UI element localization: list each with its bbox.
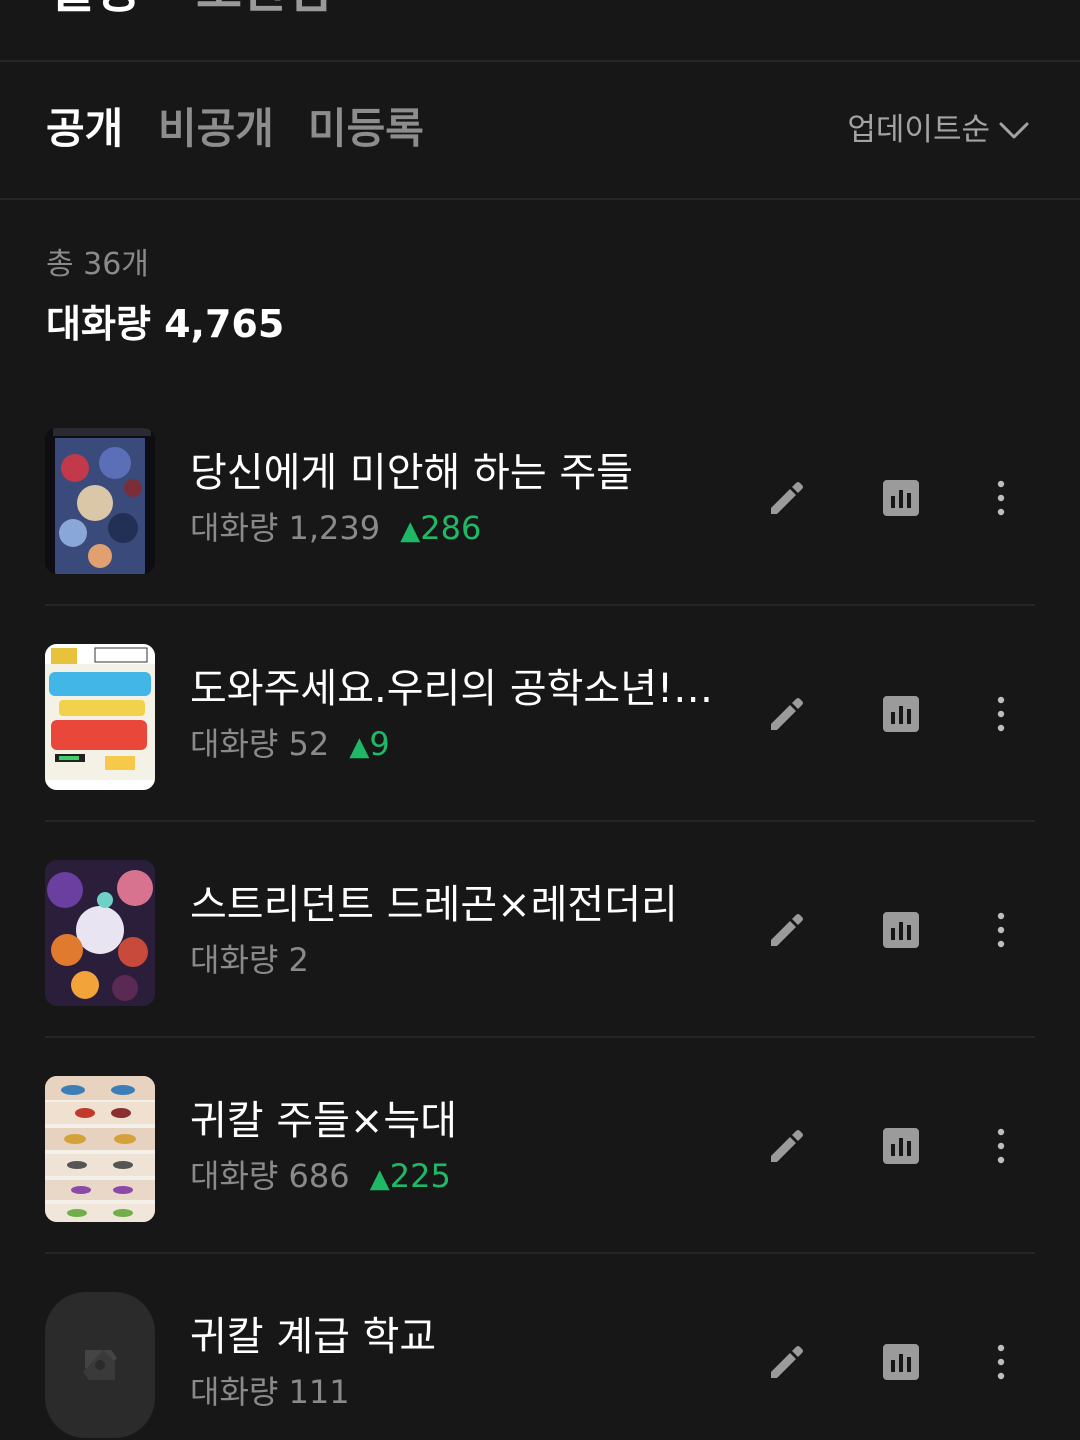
- stats-icon[interactable]: [881, 694, 921, 734]
- stat-label: 대화량: [190, 1373, 279, 1411]
- stats-icon[interactable]: [881, 1342, 921, 1382]
- more-vertical-icon[interactable]: [981, 910, 1021, 950]
- logo-icon: [83, 1350, 117, 1380]
- up-arrow-icon: ▲: [369, 1164, 390, 1194]
- up-arrow-icon: ▲: [349, 732, 370, 762]
- tab-unregistered[interactable]: 미등록: [308, 104, 424, 154]
- story-thumbnail: [45, 1076, 155, 1222]
- story-thumbnail: [45, 428, 155, 574]
- sort-dropdown[interactable]: 업데이트순: [847, 110, 1030, 150]
- stat-label: 대화량: [190, 941, 279, 979]
- pencil-icon[interactable]: [767, 478, 807, 518]
- list-item[interactable]: 귀칼 주들×늑대 대화량 686 ▲225: [0, 1038, 1080, 1254]
- story-thumbnail: [45, 644, 155, 790]
- delta-value: 9: [369, 725, 390, 763]
- chevron-down-icon: [999, 122, 1029, 139]
- visibility-tabs: 공개 비공개 미등록 업데이트순: [0, 62, 1080, 200]
- more-vertical-icon[interactable]: [981, 694, 1021, 734]
- story-title: 스트리던트 드레곤×레전더리: [190, 882, 678, 928]
- stat-delta: ▲225: [370, 1157, 451, 1195]
- story-stats: 대화량 52 ▲9: [190, 724, 390, 767]
- total-conversations: 대화량 4,765: [46, 302, 285, 346]
- story-stats: 대화량 2: [190, 940, 309, 980]
- search-icon[interactable]: [964, 0, 1040, 14]
- total-count: 총 36개: [46, 247, 149, 282]
- story-thumbnail: [45, 860, 155, 1006]
- list-item[interactable]: 스트리던트 드레곤×레전더리 대화량 2: [0, 822, 1080, 1038]
- story-stats: 대화량 1,239 ▲286: [190, 508, 481, 551]
- list-item[interactable]: 귀칼 계급 학교 대화량 111: [0, 1254, 1080, 1440]
- story-stats: 대화량 686 ▲225: [190, 1156, 451, 1199]
- stat-delta: ▲286: [400, 509, 481, 547]
- stat-value: 52: [288, 725, 330, 763]
- pencil-icon[interactable]: [767, 1342, 807, 1382]
- stats-icon[interactable]: [881, 478, 921, 518]
- story-title: 귀칼 주들×늑대: [190, 1098, 458, 1144]
- tab-private[interactable]: 비공개: [158, 104, 274, 154]
- story-title: 도와주세요.우리의 공학소년!(공학소년을...: [190, 666, 720, 712]
- story-title: 당신에게 미안해 하는 주들: [190, 450, 633, 496]
- story-stats: 대화량 111: [190, 1372, 350, 1412]
- more-vertical-icon[interactable]: [981, 1126, 1021, 1166]
- list-item[interactable]: 도와주세요.우리의 공학소년!(공학소년을... 대화량 52 ▲9: [0, 606, 1080, 822]
- story-title: 귀칼 계급 학교: [190, 1314, 437, 1360]
- stat-label: 대화량: [190, 725, 279, 763]
- stat-value: 111: [288, 1373, 350, 1411]
- stat-delta: ▲9: [349, 725, 389, 763]
- up-arrow-icon: ▲: [400, 516, 421, 546]
- more-vertical-icon[interactable]: [981, 478, 1021, 518]
- stats-icon[interactable]: [881, 1126, 921, 1166]
- delta-value: 286: [420, 509, 482, 547]
- story-list: 당신에게 미안해 하는 주들 대화량 1,239 ▲286 도와주세요.우리의 …: [0, 390, 1080, 1440]
- stats-icon[interactable]: [881, 910, 921, 950]
- delta-value: 225: [389, 1157, 451, 1195]
- page-title: 설정: [48, 0, 140, 18]
- story-thumbnail: [45, 1292, 155, 1438]
- tab-public[interactable]: 공개: [46, 104, 123, 154]
- pencil-icon[interactable]: [767, 694, 807, 734]
- stat-value: 686: [288, 1157, 350, 1195]
- app-root: 설정 보관함 공개 비공개 미등록 업데이트순 총 36개 대화량 4,765: [0, 0, 1080, 1440]
- sort-label: 업데이트순: [847, 112, 990, 148]
- list-item[interactable]: 당신에게 미안해 하는 주들 대화량 1,239 ▲286: [0, 390, 1080, 606]
- page-subtitle-tab[interactable]: 보관함: [196, 0, 334, 18]
- stat-label: 대화량: [190, 1157, 279, 1195]
- pencil-icon[interactable]: [767, 910, 807, 950]
- pencil-icon[interactable]: [767, 1126, 807, 1166]
- top-header: 설정 보관함: [0, 0, 1080, 62]
- more-vertical-icon[interactable]: [981, 1342, 1021, 1382]
- stat-label: 대화량: [190, 509, 279, 547]
- stat-value: 1,239: [288, 509, 381, 547]
- stat-value: 2: [288, 941, 309, 979]
